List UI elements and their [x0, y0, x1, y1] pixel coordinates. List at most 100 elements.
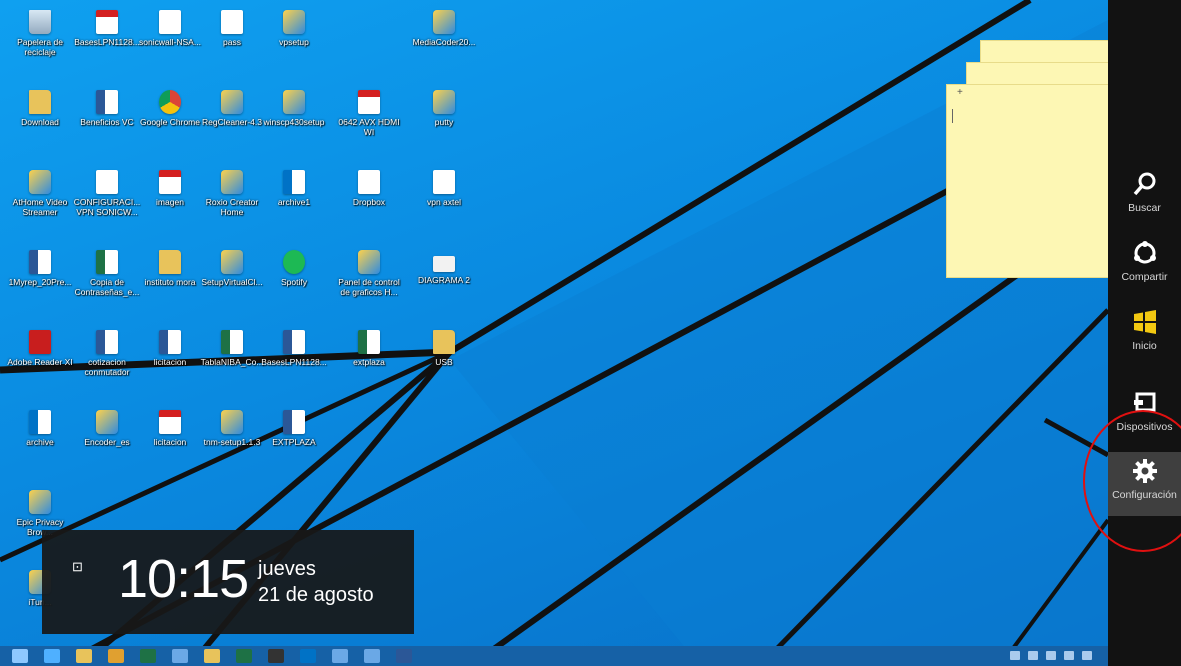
- desktop-icon[interactable]: TablaNIBA_Co...: [198, 328, 266, 367]
- desktop-icon[interactable]: licitacion: [136, 408, 204, 447]
- clock-time: 10:15: [118, 549, 249, 609]
- desktop-icon[interactable]: CONFIGURACI... VPN SONICW...: [73, 168, 141, 217]
- desktop-icon[interactable]: Spotify: [260, 248, 328, 287]
- desktop-icon[interactable]: AtHome Video Streamer: [6, 168, 74, 217]
- desktop-icon[interactable]: vpn axtel: [410, 168, 478, 207]
- desktop-icon[interactable]: Beneficios VC: [73, 88, 141, 127]
- setup-icon: [221, 250, 243, 274]
- desktop-icon[interactable]: extplaza: [335, 328, 403, 367]
- desktop-icon[interactable]: instituto mora: [136, 248, 204, 287]
- athome-icon: [29, 170, 51, 194]
- folder-icon: [159, 250, 181, 274]
- desktop-icon[interactable]: Encoder_es: [73, 408, 141, 447]
- desktop-icon-label: pass: [223, 37, 241, 47]
- text-cursor: [952, 109, 953, 123]
- desktop-icon[interactable]: licitacion: [136, 328, 204, 367]
- desktop-icon[interactable]: Google Chrome: [136, 88, 204, 127]
- desktop-icon[interactable]: SetupVirtualCl...: [198, 248, 266, 287]
- desktop-icon[interactable]: Roxio Creator Home: [198, 168, 266, 217]
- desktop-icon[interactable]: BasesLPN1128...: [260, 328, 328, 367]
- clock-day: jueves: [258, 558, 316, 580]
- desktop-icon[interactable]: tnm-setup1.1.3: [198, 408, 266, 447]
- charm-search[interactable]: Buscar: [1108, 165, 1181, 229]
- desktop-icon[interactable]: Adobe Reader XI: [6, 328, 74, 367]
- explorer-icon[interactable]: [76, 649, 92, 663]
- file-icon: [433, 170, 455, 194]
- desktop-icon[interactable]: Papelera de reciclaje: [6, 8, 74, 57]
- charm-label: Inicio: [1132, 340, 1157, 352]
- desktop-icon[interactable]: cotizacion conmutador: [73, 328, 141, 377]
- folder-icon[interactable]: [204, 649, 220, 663]
- desktop-icon-label: CONFIGURACI... VPN SONICW...: [73, 197, 141, 217]
- app-icon[interactable]: [172, 649, 188, 663]
- desktop-icon[interactable]: pass: [198, 8, 266, 47]
- ie-icon[interactable]: [44, 649, 60, 663]
- charm-gear[interactable]: Configuración: [1108, 452, 1181, 516]
- word-icon: [159, 330, 181, 354]
- desktop-icon-label: instituto mora: [144, 277, 196, 287]
- desktop-icon[interactable]: imagen: [136, 168, 204, 207]
- desktop-icon[interactable]: vpsetup: [260, 8, 328, 47]
- app-icon[interactable]: [1064, 651, 1074, 660]
- epic-browser-icon: [29, 490, 51, 514]
- winscp-icon: [283, 90, 305, 114]
- setup-icon: [221, 410, 243, 434]
- desktop-icon[interactable]: winscp430setup: [260, 88, 328, 127]
- desktop-icon[interactable]: Panel de control de graficos H...: [335, 248, 403, 297]
- spotify-icon: [283, 250, 305, 274]
- desktop-icon-label: Roxio Creator Home: [205, 197, 259, 217]
- recycle-bin-icon: [29, 10, 51, 34]
- desktop-icon-label: TablaNIBA_Co...: [200, 357, 264, 367]
- desktop-icon-label: sonicwall-NSA...: [139, 37, 201, 47]
- desktop-icon[interactable]: 1Myrep_20Pre...: [6, 248, 74, 287]
- charm-windows-start[interactable]: Inicio: [1108, 303, 1181, 367]
- chrome-icon[interactable]: [108, 649, 124, 663]
- devices-icon: [1132, 390, 1158, 416]
- file-icon: [159, 10, 181, 34]
- charm-label: Configuración: [1112, 489, 1177, 501]
- setup-icon: [283, 10, 305, 34]
- desktop-icon[interactable]: sonicwall-NSA...: [136, 8, 204, 47]
- charm-label: Dispositivos: [1116, 421, 1173, 433]
- desktop-icon-label: Encoder_es: [84, 437, 130, 447]
- desktop-icon[interactable]: BasesLPN1128...: [73, 8, 141, 47]
- keyboard-icon[interactable]: [1010, 651, 1020, 660]
- charm-share[interactable]: Compartir: [1108, 234, 1181, 298]
- charm-devices[interactable]: Dispositivos: [1108, 384, 1181, 448]
- desktop-icon[interactable]: putty: [410, 88, 478, 127]
- app-icon[interactable]: [332, 649, 348, 663]
- desktop-icon[interactable]: MediaCoder20...: [410, 8, 478, 47]
- flag-icon[interactable]: [1046, 651, 1056, 660]
- desktop-icon[interactable]: EXTPLAZA: [260, 408, 328, 447]
- desktop-icon[interactable]: archive1: [260, 168, 328, 207]
- desktop-icon[interactable]: Download: [6, 88, 74, 127]
- pdf-icon: [96, 10, 118, 34]
- excel-icon[interactable]: [236, 649, 252, 663]
- app-icon[interactable]: [364, 649, 380, 663]
- desktop-icon-label: vpsetup: [279, 37, 309, 47]
- desktop-icon-label: Adobe Reader XI: [7, 357, 73, 367]
- sticky-note-front[interactable]: +: [946, 84, 1108, 278]
- chevron-icon[interactable]: [1028, 651, 1038, 660]
- charm-label: Buscar: [1128, 202, 1161, 214]
- desktop-icon[interactable]: 0642 AVX HDMI WI: [335, 88, 403, 137]
- desktop-icon[interactable]: DIAGRAMA 2: [410, 248, 478, 285]
- desktop-icon-label: archive: [26, 437, 54, 447]
- desktop-icon[interactable]: archive: [6, 408, 74, 447]
- graphics-panel-icon: [358, 250, 380, 274]
- desktop[interactable]: Papelera de reciclaje BasesLPN1128... soni…: [0, 0, 1108, 666]
- share-icon: [1132, 240, 1158, 266]
- word-icon[interactable]: [396, 649, 412, 663]
- desktop-icon[interactable]: USB: [410, 328, 478, 367]
- network-icon[interactable]: [1082, 651, 1092, 660]
- pdf-icon: [358, 90, 380, 114]
- outlook-icon[interactable]: [300, 649, 316, 663]
- sticky-add-label[interactable]: +: [957, 87, 963, 98]
- desktop-icon[interactable]: Dropbox: [335, 168, 403, 207]
- desktop-icon[interactable]: RegCleaner-4.3: [198, 88, 266, 127]
- excel-icon[interactable]: [140, 649, 156, 663]
- start-icon[interactable]: [12, 649, 28, 663]
- desktop-icon[interactable]: Copia de Contraseñas_e...: [73, 248, 141, 297]
- terminal-icon[interactable]: [268, 649, 284, 663]
- pdf-icon: [159, 170, 181, 194]
